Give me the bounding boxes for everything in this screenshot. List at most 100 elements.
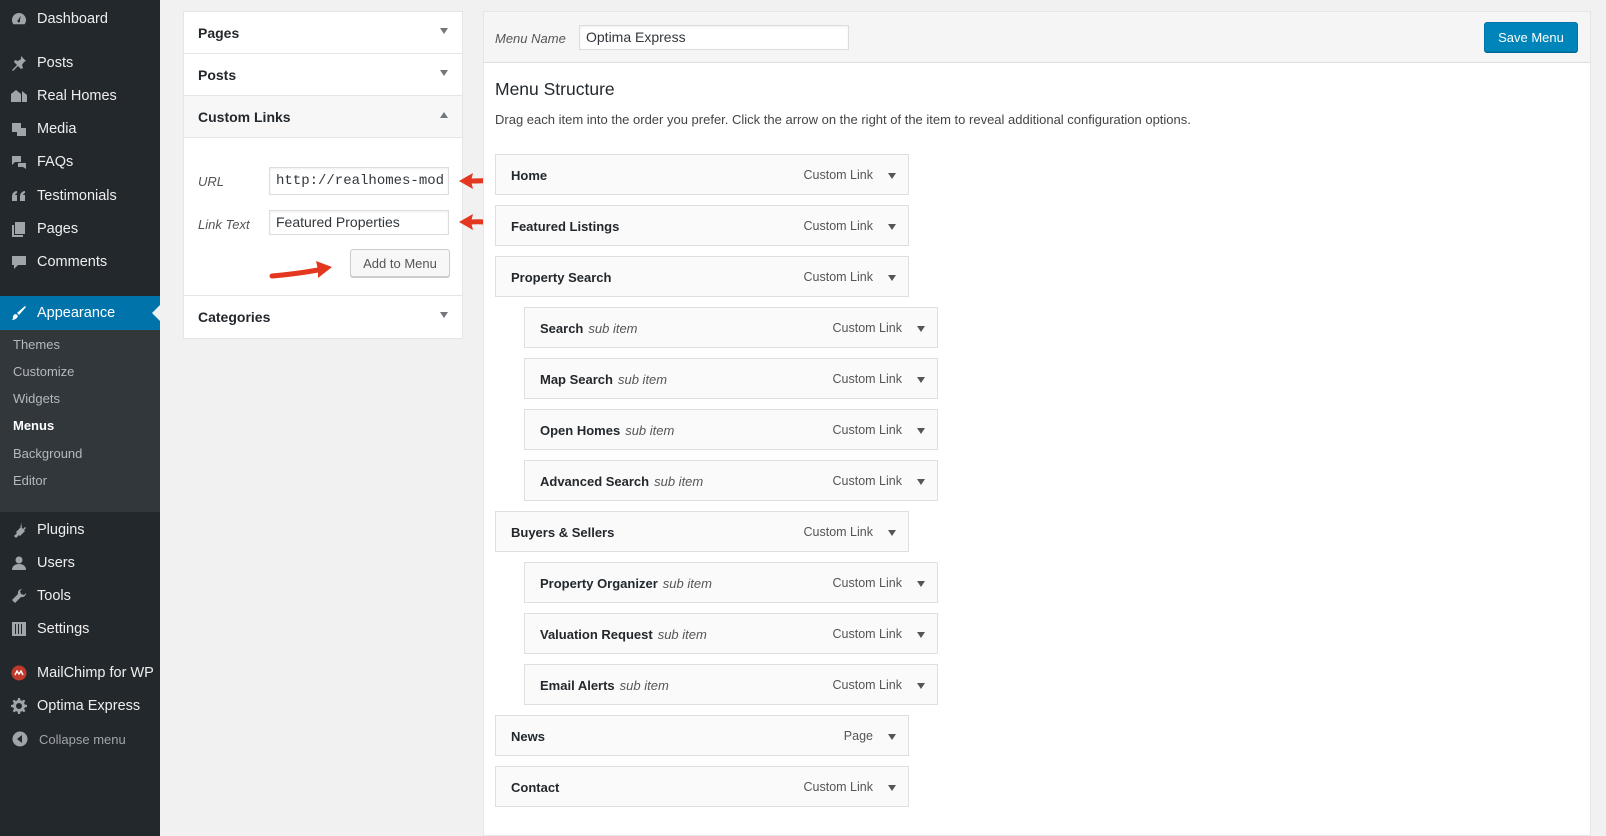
- sidebar-item-comments[interactable]: Comments: [0, 247, 160, 277]
- chevron-down-icon[interactable]: [917, 428, 925, 434]
- chevron-down-icon[interactable]: [917, 326, 925, 332]
- menu-item-type: Custom Link: [803, 525, 873, 539]
- chevron-down-icon[interactable]: [888, 785, 896, 791]
- link-text-input[interactable]: Featured Properties: [269, 210, 449, 235]
- menu-item-title: Email Alerts sub item: [540, 678, 669, 693]
- comment-icon: [11, 254, 27, 270]
- add-to-menu-button[interactable]: Add to Menu: [350, 249, 450, 277]
- menu-name-input[interactable]: Optima Express: [579, 25, 849, 50]
- sub-item-label: sub item: [619, 678, 669, 693]
- menu-item-type: Custom Link: [832, 627, 902, 641]
- sidebar-item-optima-express[interactable]: Optima Express: [0, 691, 160, 721]
- sidebar-item-faqs[interactable]: FAQs: [0, 147, 160, 177]
- menu-item[interactable]: News Page: [495, 715, 909, 756]
- sub-item-label: sub item: [654, 474, 704, 489]
- menu-item[interactable]: Email Alerts sub item Custom Link: [524, 664, 938, 705]
- gear-icon: [11, 698, 27, 714]
- sidebar-item-tools[interactable]: Tools: [0, 581, 160, 611]
- sidebar-item-label: Dashboard: [37, 11, 108, 27]
- chevron-down-icon: [440, 312, 448, 318]
- sidebar-item-label: Testimonials: [37, 188, 117, 204]
- menu-editor-panel: Menu Name Optima Express Save Menu Menu …: [483, 11, 1591, 836]
- mailchimp-icon: [11, 665, 27, 681]
- menu-item[interactable]: Featured Listings Custom Link: [495, 205, 909, 246]
- menu-item-title: Search sub item: [540, 321, 638, 336]
- houses-icon: [11, 88, 27, 104]
- accordion-pages[interactable]: Pages: [184, 12, 462, 54]
- sidebar-item-mailchimp[interactable]: MailChimp for WP: [0, 658, 160, 688]
- chevron-down-icon[interactable]: [888, 224, 896, 230]
- sidebar-item-posts[interactable]: Posts: [0, 48, 160, 78]
- menu-item-title: Map Search sub item: [540, 372, 668, 387]
- chevron-down-icon[interactable]: [917, 581, 925, 587]
- sidebar-item-label: Pages: [37, 221, 79, 237]
- menu-item[interactable]: Valuation Request sub item Custom Link: [524, 613, 938, 654]
- sidebar-item-appearance[interactable]: Appearance: [0, 296, 160, 330]
- submenu-widgets[interactable]: Widgets: [13, 391, 60, 406]
- menu-item[interactable]: Search sub item Custom Link: [524, 307, 938, 348]
- menu-item-title: Featured Listings: [511, 219, 620, 234]
- chevron-down-icon: [440, 28, 448, 34]
- chevron-down-icon[interactable]: [917, 479, 925, 485]
- menu-item[interactable]: Open Homes sub item Custom Link: [524, 409, 938, 450]
- menu-item-type: Custom Link: [832, 372, 902, 386]
- chevron-down-icon[interactable]: [917, 683, 925, 689]
- menu-item[interactable]: Home Custom Link: [495, 154, 909, 195]
- sub-item-label: sub item: [617, 372, 668, 387]
- sidebar-item-label: Users: [37, 555, 75, 571]
- menu-item[interactable]: Map Search sub item Custom Link: [524, 358, 938, 399]
- sidebar-item-label: Comments: [37, 254, 108, 270]
- chevron-down-icon[interactable]: [888, 173, 896, 179]
- sidebar-item-settings[interactable]: Settings: [0, 614, 160, 644]
- menu-item[interactable]: Contact Custom Link: [495, 766, 909, 807]
- sub-item-label: sub item: [662, 576, 712, 591]
- menu-item[interactable]: Property Organizer sub item Custom Link: [524, 562, 938, 603]
- save-menu-button[interactable]: Save Menu: [1484, 22, 1578, 52]
- paintbrush-icon: [11, 305, 27, 321]
- menu-item-type: Custom Link: [832, 576, 902, 590]
- submenu-themes[interactable]: Themes: [13, 337, 60, 352]
- sidebar-item-label: Posts: [37, 55, 74, 71]
- accordion-categories[interactable]: Categories: [184, 296, 462, 338]
- submenu-customize[interactable]: Customize: [13, 364, 74, 379]
- quote-icon: [11, 188, 27, 204]
- submenu-background[interactable]: Background: [13, 446, 82, 461]
- appearance-submenu: Themes Customize Widgets Menus Backgroun…: [0, 330, 160, 512]
- sidebar-item-testimonials[interactable]: Testimonials: [0, 181, 160, 211]
- menu-item[interactable]: Buyers & Sellers Custom Link: [495, 511, 909, 552]
- collapse-menu-button[interactable]: Collapse menu: [0, 724, 160, 754]
- menu-item-title: Contact: [511, 780, 560, 795]
- sidebar-item-real-homes[interactable]: Real Homes: [0, 81, 160, 111]
- sidebar-item-label: Settings: [37, 621, 90, 637]
- menu-structure-description: Drag each item into the order you prefer…: [495, 112, 1191, 127]
- chevron-down-icon[interactable]: [917, 377, 925, 383]
- menu-item-title: Open Homes sub item: [540, 423, 675, 438]
- submenu-menus[interactable]: Menus: [13, 418, 54, 433]
- sub-item-label: sub item: [657, 627, 707, 642]
- accordion-custom-links[interactable]: Custom Links: [184, 96, 462, 138]
- submenu-editor[interactable]: Editor: [13, 473, 47, 488]
- menu-item-type: Custom Link: [803, 270, 873, 284]
- sidebar-item-media[interactable]: Media: [0, 114, 160, 144]
- pin-icon: [11, 55, 27, 71]
- menu-name-label: Menu Name: [495, 31, 566, 46]
- collapse-menu-label: Collapse menu: [39, 731, 126, 747]
- sidebar-item-dashboard[interactable]: Dashboard: [0, 4, 160, 34]
- chevron-down-icon[interactable]: [888, 530, 896, 536]
- accordion-posts[interactable]: Posts: [184, 54, 462, 96]
- sidebar-item-label: Media: [37, 121, 77, 137]
- menu-item[interactable]: Property Search Custom Link: [495, 256, 909, 297]
- accordion-title: Categories: [198, 309, 271, 325]
- sidebar-item-users[interactable]: Users: [0, 548, 160, 578]
- sidebar-item-label: Plugins: [37, 522, 85, 538]
- menu-item-type: Custom Link: [803, 168, 873, 182]
- chevron-down-icon[interactable]: [917, 632, 925, 638]
- pages-icon: [11, 221, 27, 237]
- chevron-down-icon: [440, 70, 448, 76]
- url-input[interactable]: http://realhomes-mod: [269, 167, 449, 195]
- menu-item[interactable]: Advanced Search sub item Custom Link: [524, 460, 938, 501]
- sidebar-item-pages[interactable]: Pages: [0, 214, 160, 244]
- sidebar-item-plugins[interactable]: Plugins: [0, 515, 160, 545]
- chevron-down-icon[interactable]: [888, 734, 896, 740]
- chevron-down-icon[interactable]: [888, 275, 896, 281]
